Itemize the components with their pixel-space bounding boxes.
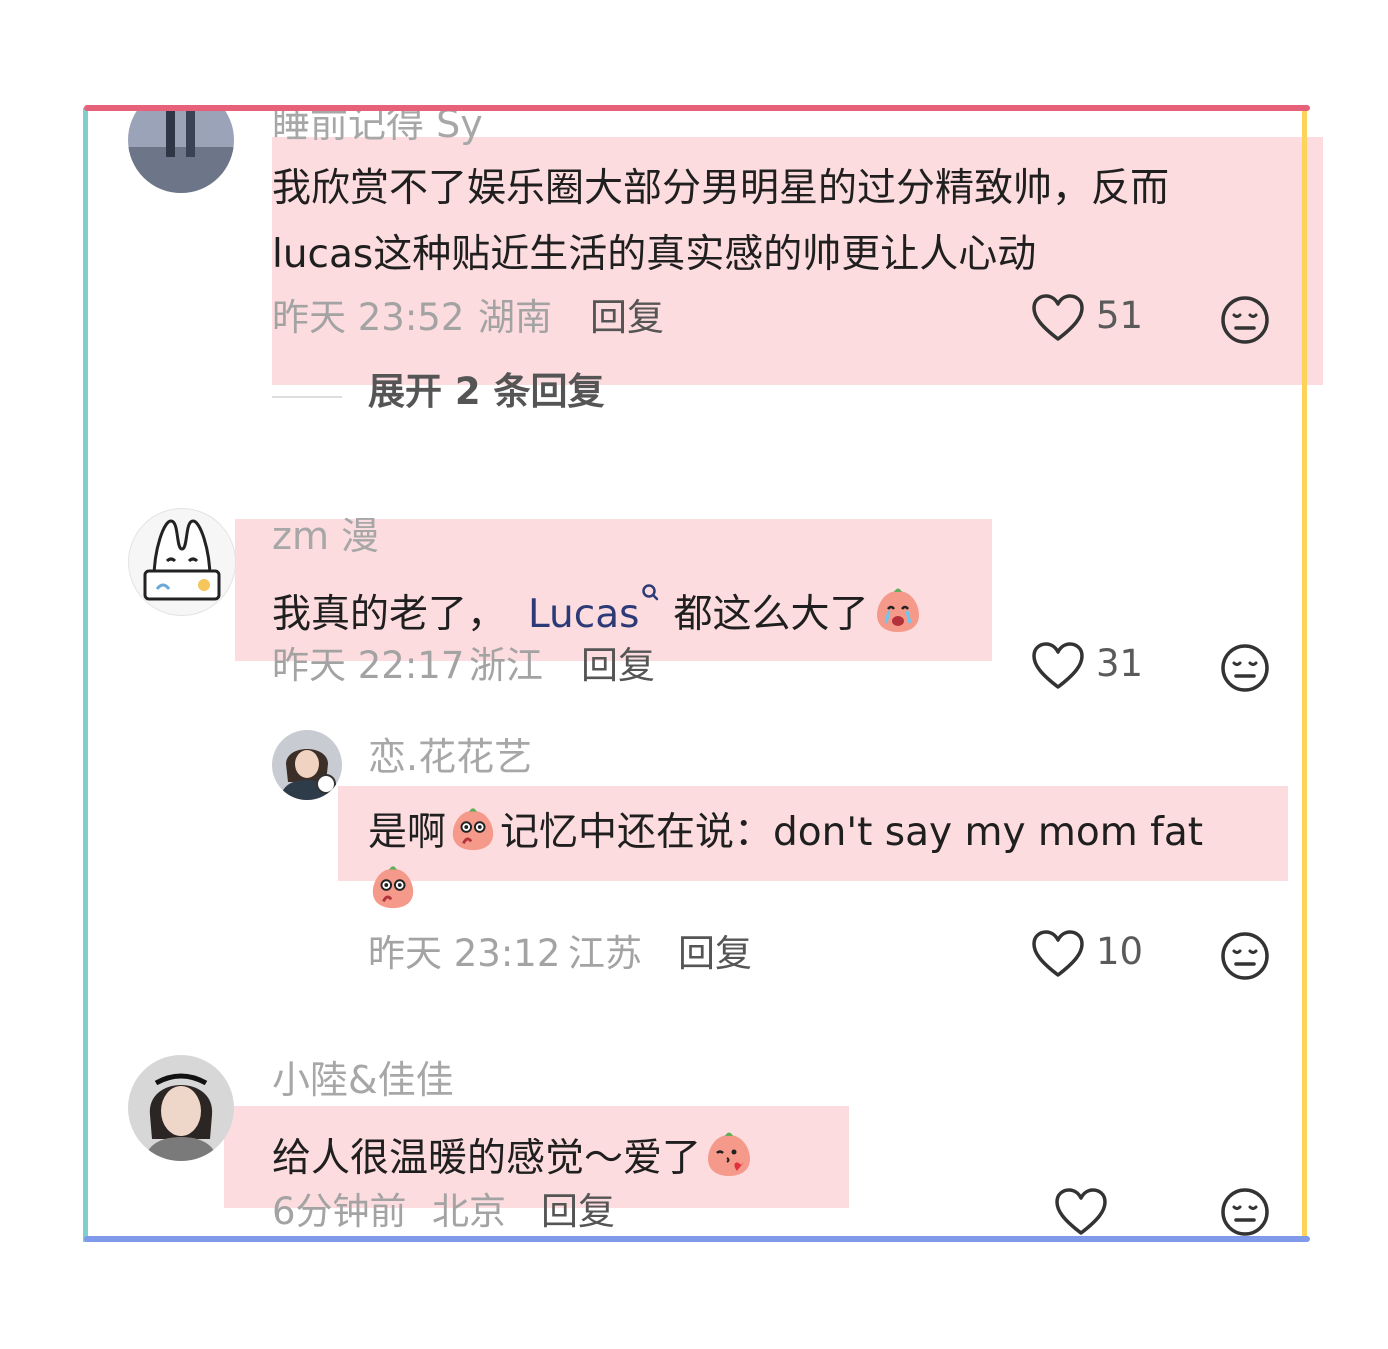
- peach-face-emoji: [708, 1132, 751, 1176]
- comment-location: 北京: [432, 1190, 506, 1233]
- meh-face-icon[interactable]: [1220, 295, 1270, 345]
- avatar[interactable]: [128, 508, 236, 616]
- avatar[interactable]: [128, 1055, 234, 1161]
- comment-text-line: 我欣赏不了娱乐圈大部分男明星的过分精致帅，反而: [272, 166, 1170, 211]
- comment-text-suffix: 都这么大了: [673, 592, 869, 637]
- reply-button[interactable]: 回复: [541, 1193, 615, 1230]
- comment-text-line: lucas这种贴近生活的真实感的帅更让人心动: [272, 232, 1037, 277]
- meh-face-icon[interactable]: [1220, 643, 1270, 693]
- frame-bottom-line: [84, 1236, 1310, 1242]
- meh-face-icon[interactable]: [1220, 931, 1270, 981]
- comment-time: 6分钟前: [272, 1190, 407, 1233]
- avatar[interactable]: [128, 111, 234, 193]
- expand-divider: [272, 396, 342, 398]
- heart-outline-icon[interactable]: [1031, 929, 1085, 979]
- like-count: 51: [1096, 294, 1144, 337]
- reply-text-prefix: 是啊: [368, 810, 447, 855]
- reply-time: 昨天 23:12: [368, 932, 561, 975]
- comment-time: 昨天 22:17: [272, 644, 465, 687]
- meh-face-icon[interactable]: [1220, 1187, 1270, 1236]
- username[interactable]: zm 漫: [272, 517, 379, 555]
- comment-text: 给人很温暖的感觉～爱了: [272, 1127, 755, 1179]
- peach-face-emoji: [372, 866, 414, 909]
- mention-link[interactable]: Lucas: [528, 592, 639, 637]
- comment-text-prefix: 我真的老了，: [272, 592, 507, 637]
- like-count: 10: [1096, 930, 1144, 973]
- avatar[interactable]: [272, 730, 342, 800]
- reply-location: 江苏: [568, 932, 642, 975]
- frame-right-line: [1302, 108, 1307, 1242]
- comment-location: 湖南: [478, 296, 552, 339]
- reply-button[interactable]: 回复: [678, 935, 752, 972]
- username[interactable]: 小陸&佳佳: [272, 1061, 454, 1099]
- peach-face-emoji: [877, 588, 920, 632]
- comment-location: 浙江: [469, 644, 543, 687]
- reply-button[interactable]: 回复: [590, 299, 664, 336]
- reply-text-suffix: 记忆中还在说：don't say my mom fat: [500, 810, 1204, 855]
- username[interactable]: 恋.花花艺: [368, 738, 532, 776]
- heart-outline-icon[interactable]: [1054, 1187, 1108, 1236]
- comment-text-content: 给人很温暖的感觉～爱了: [272, 1136, 702, 1181]
- heart-outline-icon[interactable]: [1031, 293, 1085, 343]
- comment-text: 我真的老了， Lucas 都这么大了: [272, 583, 924, 635]
- like-count: 31: [1096, 642, 1144, 685]
- reply-text: 是啊 记忆中还在说：don't say my mom fat: [368, 803, 1203, 853]
- comment-time: 昨天 23:52: [272, 296, 465, 339]
- reply-button[interactable]: 回复: [581, 647, 655, 684]
- heart-outline-icon[interactable]: [1031, 641, 1085, 691]
- peach-face-emoji: [452, 808, 494, 851]
- username[interactable]: 睡前记得 Sy: [272, 111, 483, 143]
- expand-replies-button[interactable]: 展开 2 条回复: [368, 373, 605, 410]
- search-icon[interactable]: [641, 583, 659, 605]
- comment-list[interactable]: 睡前记得 Sy 我欣赏不了娱乐圈大部分男明星的过分精致帅，反而 lucas这种贴…: [88, 111, 1302, 1236]
